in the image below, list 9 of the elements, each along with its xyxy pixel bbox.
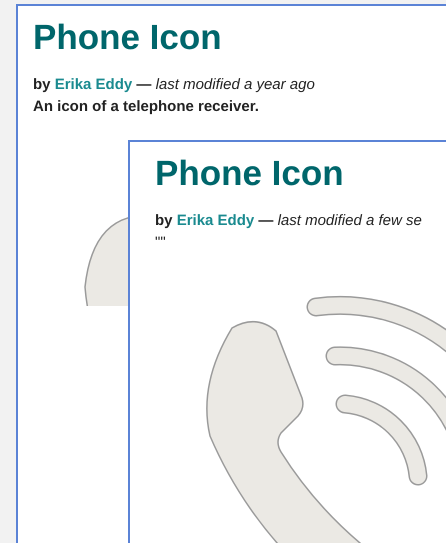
author-link[interactable]: Erika Eddy	[176, 212, 254, 229]
phone-icon	[206, 296, 446, 543]
page-title: Phone Icon	[155, 153, 344, 195]
byline: by Erika Eddy — last modified a year ago	[33, 75, 315, 95]
description: ""	[155, 233, 166, 253]
description: An icon of a telephone receiver.	[33, 97, 259, 117]
byline: by Erika Eddy — last modified a few se	[155, 211, 422, 231]
author-link[interactable]: Erika Eddy	[54, 76, 132, 93]
page-title: Phone Icon	[33, 17, 222, 59]
